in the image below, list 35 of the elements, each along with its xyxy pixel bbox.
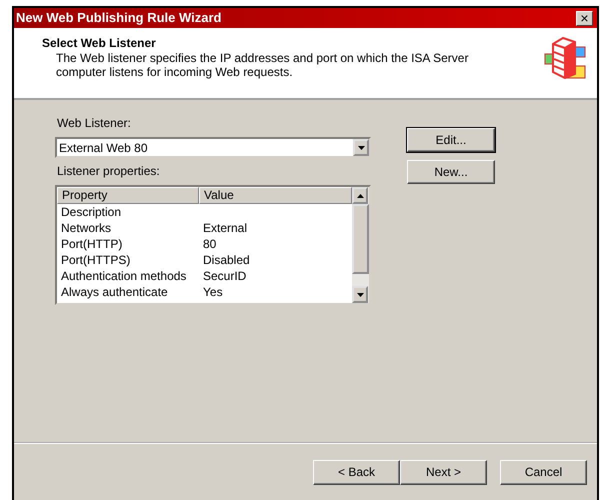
table-cell-text: Always authenticate [60, 284, 169, 300]
table-cell-text: Yes [202, 284, 224, 300]
wizard-button[interactable]: Cancel [500, 460, 587, 484]
table-cell-text: External [202, 220, 248, 236]
table-cell-text: SecurID [202, 268, 248, 284]
table-cell-text: Port(HTTP) [60, 236, 124, 252]
table-cell-text: 80 [202, 236, 218, 252]
window-title: New Web Publishing Rule Wizard [16, 9, 222, 28]
server-icon [543, 36, 587, 80]
scroll-thumb[interactable] [352, 204, 369, 274]
dropdown-value: External Web 80 [59, 140, 148, 156]
wizard-button[interactable]: < Back [313, 460, 400, 484]
page-description: The Web listener specifies the IP addresses and port on which the ISA Server computer listens for incoming Web requests. [56, 51, 470, 80]
field-label: Web Listener: [57, 115, 132, 132]
table-cell-text: Description [60, 204, 122, 220]
dropdown-arrow-icon [358, 146, 364, 150]
properties-list[interactable]: Property Value Description Networks External Port(HTTP) 80 Port(HTTPS) Disabled Authentication methods SecurID Always authenticate Yes [55, 185, 371, 305]
column-header[interactable]: Property [57, 187, 199, 204]
wizard-button[interactable]: Next > [400, 460, 487, 484]
scroll-up-button[interactable] [352, 187, 368, 204]
down-arrow-icon [356, 292, 364, 296]
scrollbar[interactable] [352, 187, 369, 303]
table-cell-text: Port(HTTPS) [60, 252, 132, 268]
table-cell-text: Networks [60, 220, 112, 236]
scroll-down-button[interactable] [352, 286, 368, 303]
listener-dropdown[interactable]: External Web 80 [55, 137, 371, 158]
side-button[interactable]: Edit... [407, 128, 495, 152]
side-button[interactable]: New... [407, 160, 495, 184]
page-title: Select Web Listener [42, 36, 157, 50]
table-cell-text: Disabled [202, 252, 251, 268]
up-arrow-icon [356, 194, 364, 198]
column-header[interactable]: Value [199, 187, 352, 204]
close-button[interactable]: × [576, 10, 593, 26]
table-cell-text: Authentication methods [60, 268, 188, 284]
list-label: Listener properties: [57, 163, 161, 180]
